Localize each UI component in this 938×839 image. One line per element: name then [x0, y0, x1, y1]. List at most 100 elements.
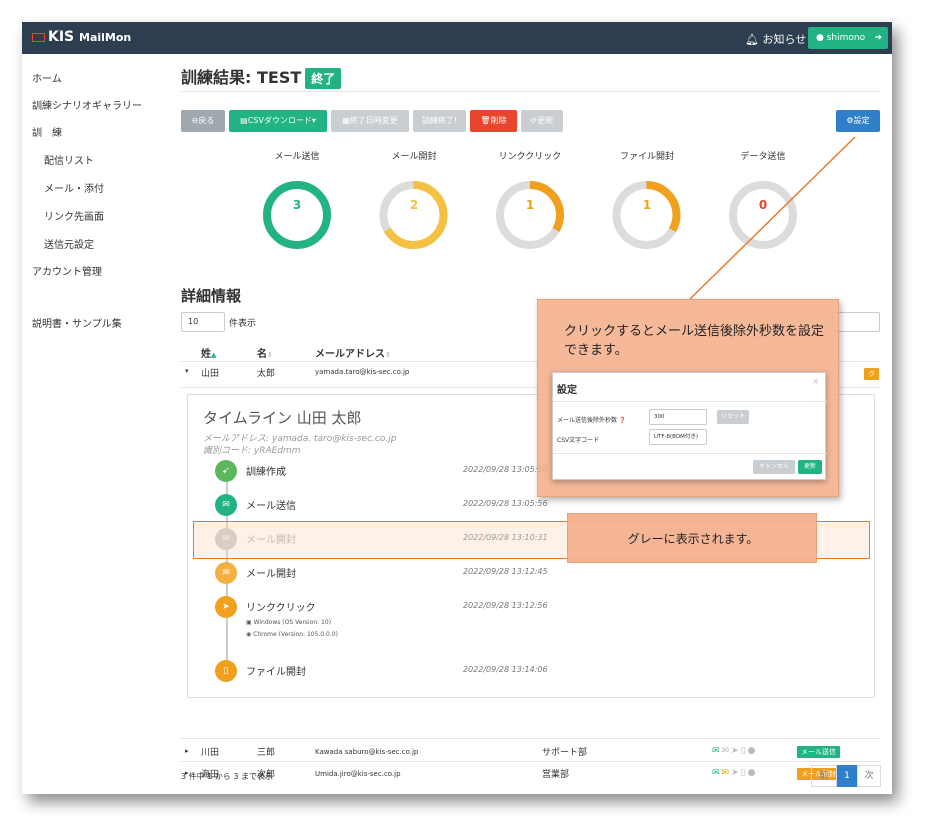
reset-button[interactable]: リセット — [717, 410, 749, 424]
row-toggle-icon[interactable]: ▸ — [185, 747, 189, 755]
sidebar-item-mail-attachment[interactable]: メール・添付 — [44, 180, 104, 195]
os-text: Windows (OS Version: 10) — [253, 619, 332, 626]
trash-icon: 🗑︎ — [480, 116, 491, 125]
pagination-prev[interactable]: 前 — [811, 765, 837, 787]
exclusion-seconds-input[interactable]: 300 — [649, 409, 707, 425]
end-training-label: 訓練終了! — [421, 116, 458, 125]
column-header-first-name[interactable]: 名⇕ — [257, 345, 273, 360]
chrome-icon: ◉ — [246, 631, 252, 638]
status-tag: メール送信 — [797, 746, 840, 758]
cell-email: yamada.taro@kis-sec.co.jp — [315, 368, 410, 376]
pointer-icon: ➤ — [215, 596, 237, 618]
timeline-title: タイムライン 山田 太郎 — [203, 409, 362, 427]
close-icon[interactable]: × — [812, 377, 819, 386]
gauge-arc — [263, 181, 331, 249]
column-header-last-name[interactable]: 姓▲ — [201, 345, 216, 360]
user-icon: ● — [816, 33, 824, 43]
change-end-date-button[interactable]: ▦終了日時変更 — [331, 110, 409, 132]
timeline-event-label: メール送信 — [246, 501, 296, 512]
search-input[interactable] — [832, 312, 880, 332]
sidebar-item-link-page[interactable]: リンク先画面 — [44, 208, 104, 223]
envelope-icon: ✉ — [712, 768, 722, 778]
mail-logo-icon — [32, 33, 45, 42]
cell-first-name: 三郎 — [257, 748, 276, 758]
csv-download-button[interactable]: ▤CSVダウンロード▾ — [229, 110, 327, 132]
sidebar-item-scenario-gallery[interactable]: 訓練シナリオギャラリー — [32, 97, 142, 112]
notice-label: お知らせ — [762, 33, 807, 46]
sort-icon: ⇕ — [385, 351, 391, 359]
timeline-event-date: 2022/09/28 13:14:06 — [463, 665, 548, 674]
timeline-id-code: 識別コード: yRAEdmm — [203, 446, 301, 456]
col-last-label: 姓 — [201, 349, 211, 360]
page-title: 訓練結果: TEST 終了 — [181, 64, 342, 89]
sort-asc-icon: ▲ — [211, 351, 217, 359]
sidebar-item-sender-settings[interactable]: 送信元設定 — [44, 236, 94, 251]
file-icon: ▤ — [240, 116, 248, 125]
row-divider — [181, 761, 881, 762]
sidebar: ホーム 訓練シナリオギャラリー 訓 練 配信リスト メール・添付 リンク先画面 … — [22, 54, 167, 794]
csv-encoding-select[interactable]: UTF-8(BOM付き) — [649, 429, 707, 445]
cell-first-name: 太郎 — [257, 369, 276, 379]
windows-icon: ▣ — [246, 619, 252, 626]
cell-department: 営業部 — [542, 770, 570, 780]
gauge-row: メール送信 メール開封 リンククリック ファイル開封 データ送信 3 2 1 1… — [167, 144, 892, 274]
browser-info: ◉ Chrome (Version: 105.0.0.0) — [246, 631, 338, 638]
envelope-icon: ✉ — [712, 746, 722, 756]
status-tag: ク — [864, 368, 879, 380]
timeline-event-date: 2022/09/28 13:12:45 — [463, 567, 548, 576]
column-header-email[interactable]: メールアドレス⇕ — [315, 345, 391, 360]
cell-department: サポート部 — [542, 748, 588, 758]
result-count: 3 件中 1 から 3 まで表示 — [181, 772, 273, 781]
logo-subtext: MailMon — [79, 31, 132, 44]
cancel-button[interactable]: キャンセル — [753, 460, 795, 474]
timeline-event-label: ファイル開封 — [246, 667, 306, 678]
settings-label: 設定 — [853, 116, 870, 125]
pagination-page-1[interactable]: 1 — [837, 765, 857, 787]
status-icons: ✉✉➤▯● — [712, 768, 757, 778]
details-title: 詳細情報 — [181, 287, 242, 305]
settings-button[interactable]: ⚙設定 — [836, 110, 880, 132]
browser-text: Chrome (Version: 105.0.0.0) — [253, 631, 338, 638]
timeline-event-date: 2022/09/28 13:05:56 — [463, 465, 548, 474]
update-button[interactable]: 更新 — [798, 460, 822, 474]
pointer-icon: ➤ — [731, 768, 741, 778]
refresh-label: 更新 — [537, 116, 554, 125]
csv-encoding-label: CSV文字コード — [557, 437, 600, 444]
sidebar-item-account[interactable]: アカウント管理 — [32, 263, 102, 278]
timeline-event-label: 訓練作成 — [246, 467, 286, 478]
pointer-icon: ➤ — [731, 746, 741, 756]
rocket-icon: ➹ — [215, 460, 237, 482]
end-training-button[interactable]: 訓練終了! — [413, 110, 466, 132]
delete-button[interactable]: 🗑︎削除 — [470, 110, 517, 132]
cell-email: Kawada saburo@kis-sec.co.jp — [315, 748, 419, 756]
row-toggle-icon[interactable]: ▾ — [185, 367, 189, 375]
status-icons: ✉✉➤▯● — [712, 746, 757, 756]
sidebar-item-delivery-list[interactable]: 配信リスト — [44, 152, 94, 167]
status-badge: 終了 — [305, 68, 342, 89]
notice-link[interactable]: 🔔︎ お知らせ — [745, 31, 806, 47]
os-info: ▣ Windows (OS Version: 10) — [246, 619, 331, 626]
sidebar-item-home[interactable]: ホーム — [32, 70, 62, 85]
back-button[interactable]: ⊖戻る — [181, 110, 225, 132]
logout-icon[interactable]: ➜ — [874, 27, 882, 49]
sidebar-item-training[interactable]: 訓 練 — [32, 124, 62, 139]
logo-text: KIS — [48, 29, 75, 45]
gauge-track — [729, 181, 797, 249]
dialog-divider — [553, 401, 827, 402]
gear-icon: ⚙ — [846, 116, 854, 125]
cell-last-name: 山田 — [201, 369, 220, 379]
page-title-text: 訓練結果: TEST — [181, 68, 302, 87]
refresh-button[interactable]: ⟳更新 — [521, 110, 563, 132]
col-email-label: メールアドレス — [315, 349, 385, 360]
sidebar-item-manual[interactable]: 説明書・サンプル集 — [32, 315, 122, 330]
app-logo[interactable]: KIS MailMon — [32, 29, 131, 45]
envelope-open-icon: ✉ — [721, 746, 732, 756]
pagination-next[interactable]: 次 — [857, 765, 881, 787]
per-page-select[interactable]: 10 — [181, 312, 225, 332]
user-button[interactable]: ● shimono ➜ — [808, 27, 888, 49]
dialog-title: 設定 — [557, 385, 577, 396]
gray-callout: グレーに表示されます。 — [567, 513, 817, 563]
gauge-value-opened: 2 — [409, 198, 419, 212]
back-label: 戻る — [198, 116, 215, 125]
cell-email: Umida.jiro@kis-sec.co.jp — [315, 770, 401, 778]
